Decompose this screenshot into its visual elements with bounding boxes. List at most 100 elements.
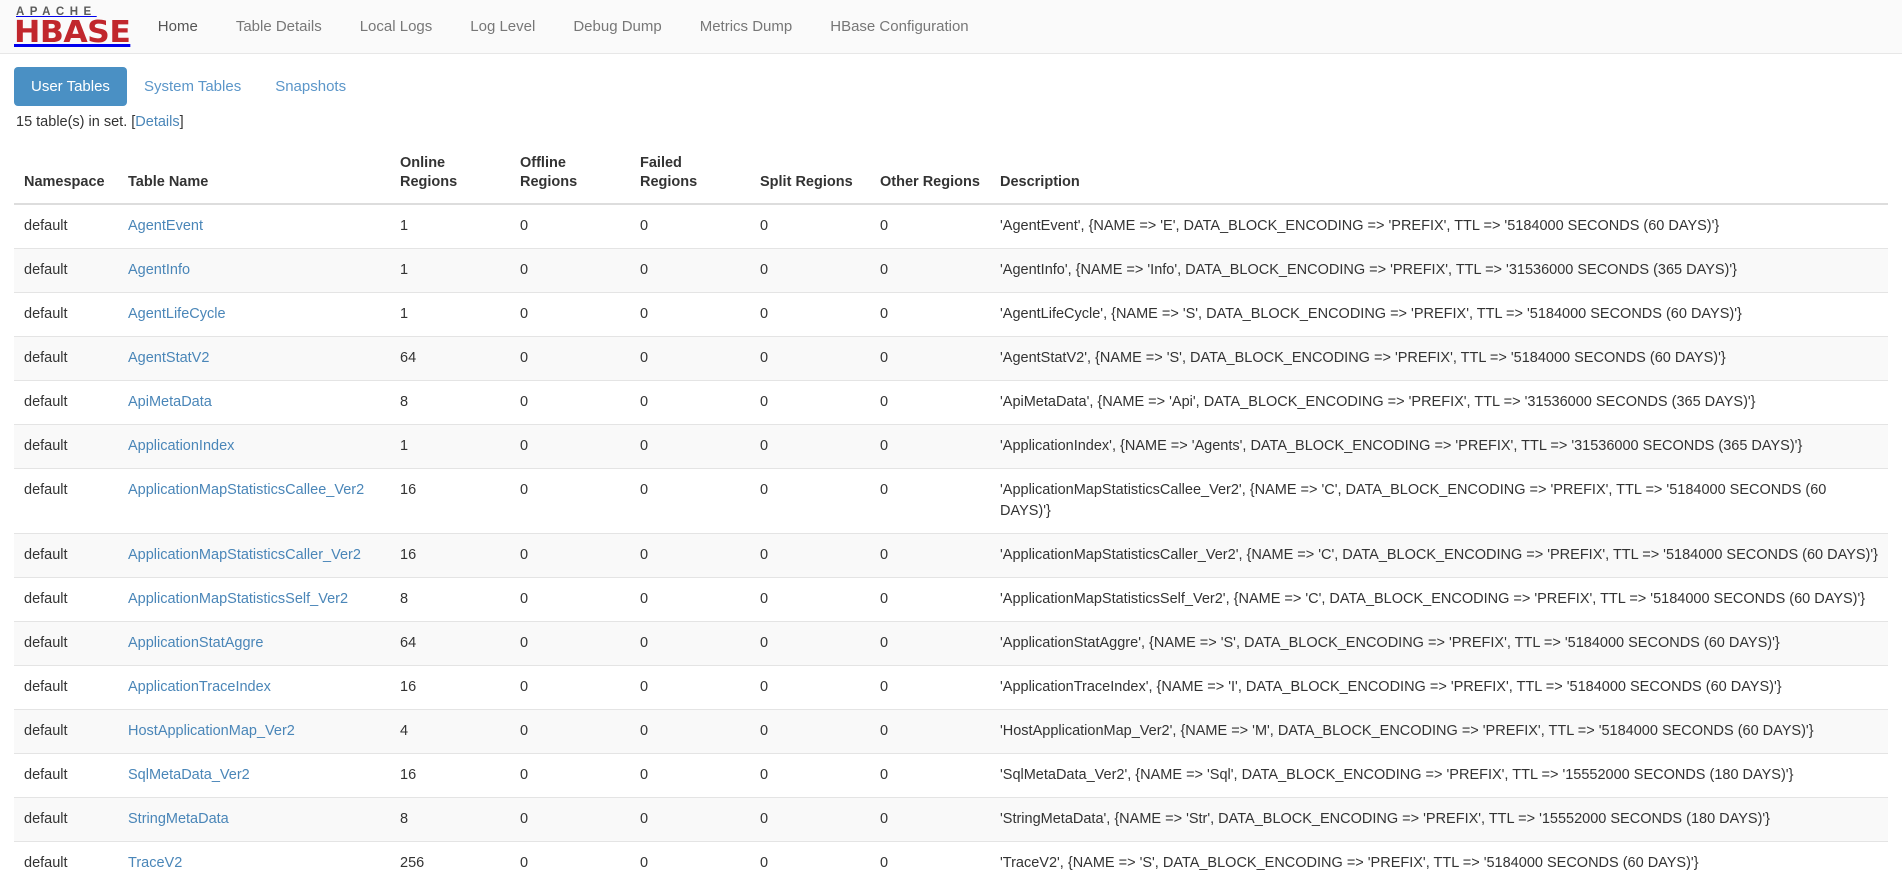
nav-item-debug-dump[interactable]: Debug Dump [554, 0, 680, 53]
cell-split-regions-text: 0 [760, 811, 768, 827]
cell-other-regions: 0 [870, 754, 990, 798]
cell-offline-regions: 0 [510, 622, 630, 666]
nav-item-metrics-dump[interactable]: Metrics Dump [681, 0, 812, 53]
cell-offline-regions-text: 0 [520, 635, 528, 651]
cell-failed-regions-text: 0 [640, 547, 648, 563]
nav-item-table-details[interactable]: Table Details [217, 0, 341, 53]
table-row: defaultApplicationStatAggre640000'Applic… [14, 622, 1888, 666]
cell-other-regions: 0 [870, 425, 990, 469]
cell-namespace: default [14, 754, 118, 798]
cell-description: 'ApplicationMapStatisticsCaller_Ver2', {… [990, 534, 1888, 578]
cell-split-regions: 0 [750, 293, 870, 337]
cell-online-regions: 1 [390, 249, 510, 293]
cell-table-name: ApplicationMapStatisticsSelf_Ver2 [118, 578, 390, 622]
cell-other-regions-text: 0 [880, 635, 888, 651]
cell-offline-regions: 0 [510, 578, 630, 622]
table-name-link[interactable]: SqlMetaData_Ver2 [128, 767, 250, 783]
cell-failed-regions-text: 0 [640, 394, 648, 410]
table-name-link[interactable]: HostApplicationMap_Ver2 [128, 723, 295, 739]
cell-split-regions-text: 0 [760, 306, 768, 322]
cell-other-regions: 0 [870, 337, 990, 381]
cell-failed-regions-text: 0 [640, 350, 648, 366]
cell-table-name: ApplicationTraceIndex [118, 666, 390, 710]
cell-other-regions: 0 [870, 249, 990, 293]
column-header-split-regions: Split Regions [750, 144, 870, 204]
nav-item-local-logs[interactable]: Local Logs [341, 0, 452, 53]
cell-split-regions: 0 [750, 666, 870, 710]
table-header-row: NamespaceTable NameOnline RegionsOffline… [14, 144, 1888, 204]
cell-online-regions: 16 [390, 469, 510, 534]
cell-split-regions-text: 0 [760, 350, 768, 366]
table-row: defaultAgentStatV2640000'AgentStatV2', {… [14, 337, 1888, 381]
table-name-link[interactable]: ApplicationMapStatisticsCallee_Ver2 [128, 482, 364, 498]
table-name-link[interactable]: TraceV2 [128, 855, 182, 871]
cell-other-regions: 0 [870, 578, 990, 622]
cell-split-regions-text: 0 [760, 679, 768, 695]
cell-online-regions-text: 16 [400, 482, 416, 498]
cell-other-regions: 0 [870, 204, 990, 249]
cell-namespace-text: default [24, 262, 68, 278]
table-name-link[interactable]: ApplicationMapStatisticsSelf_Ver2 [128, 591, 348, 607]
cell-online-regions-text: 256 [400, 855, 424, 871]
nav-item-hbase-configuration[interactable]: HBase Configuration [811, 0, 987, 53]
tab-system-tables[interactable]: System Tables [127, 67, 258, 106]
cell-namespace-text: default [24, 767, 68, 783]
cell-offline-regions-text: 0 [520, 218, 528, 234]
cell-failed-regions-text: 0 [640, 438, 648, 454]
column-header-other-regions: Other Regions [870, 144, 990, 204]
nav-item-log-level[interactable]: Log Level [451, 0, 554, 53]
cell-table-name: ApplicationIndex [118, 425, 390, 469]
tab-snapshots[interactable]: Snapshots [258, 67, 363, 106]
cell-description-text: 'AgentStatV2', {NAME => 'S', DATA_BLOCK_… [1000, 350, 1726, 366]
cell-other-regions-text: 0 [880, 350, 888, 366]
cell-failed-regions: 0 [630, 798, 750, 842]
nav-item-home[interactable]: Home [139, 0, 217, 53]
details-link[interactable]: Details [135, 114, 179, 130]
table-head: NamespaceTable NameOnline RegionsOffline… [14, 144, 1888, 204]
cell-other-regions-text: 0 [880, 394, 888, 410]
hbase-logo[interactable]: APACHE HBASE [12, 0, 139, 53]
cell-description-text: 'ApplicationMapStatisticsCallee_Ver2', {… [1000, 482, 1826, 519]
table-name-link[interactable]: ApplicationMapStatisticsCaller_Ver2 [128, 547, 361, 563]
cell-namespace-text: default [24, 218, 68, 234]
table-name-link[interactable]: ApplicationStatAggre [128, 635, 263, 651]
table-name-link[interactable]: ApiMetaData [128, 394, 212, 410]
cell-failed-regions-text: 0 [640, 262, 648, 278]
cell-offline-regions-text: 0 [520, 482, 528, 498]
cell-offline-regions: 0 [510, 293, 630, 337]
cell-offline-regions-text: 0 [520, 855, 528, 871]
cell-description-text: 'ApplicationStatAggre', {NAME => 'S', DA… [1000, 635, 1780, 651]
cell-offline-regions-text: 0 [520, 679, 528, 695]
cell-failed-regions-text: 0 [640, 482, 648, 498]
cell-other-regions-text: 0 [880, 547, 888, 563]
table-name-link[interactable]: ApplicationIndex [128, 438, 234, 454]
cell-offline-regions: 0 [510, 666, 630, 710]
cell-table-name: ApplicationMapStatisticsCaller_Ver2 [118, 534, 390, 578]
table-name-link[interactable]: ApplicationTraceIndex [128, 679, 271, 695]
cell-offline-regions: 0 [510, 425, 630, 469]
table-name-link[interactable]: AgentInfo [128, 262, 190, 278]
top-navbar: APACHE HBASE HomeTable DetailsLocal Logs… [0, 0, 1902, 54]
table-name-link[interactable]: StringMetaData [128, 811, 229, 827]
cell-online-regions-text: 16 [400, 679, 416, 695]
cell-online-regions-text: 1 [400, 438, 408, 454]
cell-split-regions-text: 0 [760, 547, 768, 563]
cell-other-regions-text: 0 [880, 262, 888, 278]
cell-offline-regions-text: 0 [520, 350, 528, 366]
cell-split-regions-text: 0 [760, 591, 768, 607]
cell-description-text: 'AgentEvent', {NAME => 'E', DATA_BLOCK_E… [1000, 218, 1719, 234]
cell-failed-regions: 0 [630, 249, 750, 293]
column-header-offline-regions: Offline Regions [510, 144, 630, 204]
table-name-link[interactable]: AgentLifeCycle [128, 306, 226, 322]
table-row: defaultApplicationTraceIndex160000'Appli… [14, 666, 1888, 710]
cell-description-text: 'StringMetaData', {NAME => 'Str', DATA_B… [1000, 811, 1770, 827]
cell-online-regions: 4 [390, 710, 510, 754]
cell-other-regions-text: 0 [880, 855, 888, 871]
cell-failed-regions-text: 0 [640, 635, 648, 651]
cell-namespace: default [14, 842, 118, 885]
tab-user-tables[interactable]: User Tables [14, 67, 127, 106]
table-name-link[interactable]: AgentStatV2 [128, 350, 209, 366]
table-name-link[interactable]: AgentEvent [128, 218, 203, 234]
cell-namespace-text: default [24, 482, 68, 498]
cell-split-regions-text: 0 [760, 438, 768, 454]
